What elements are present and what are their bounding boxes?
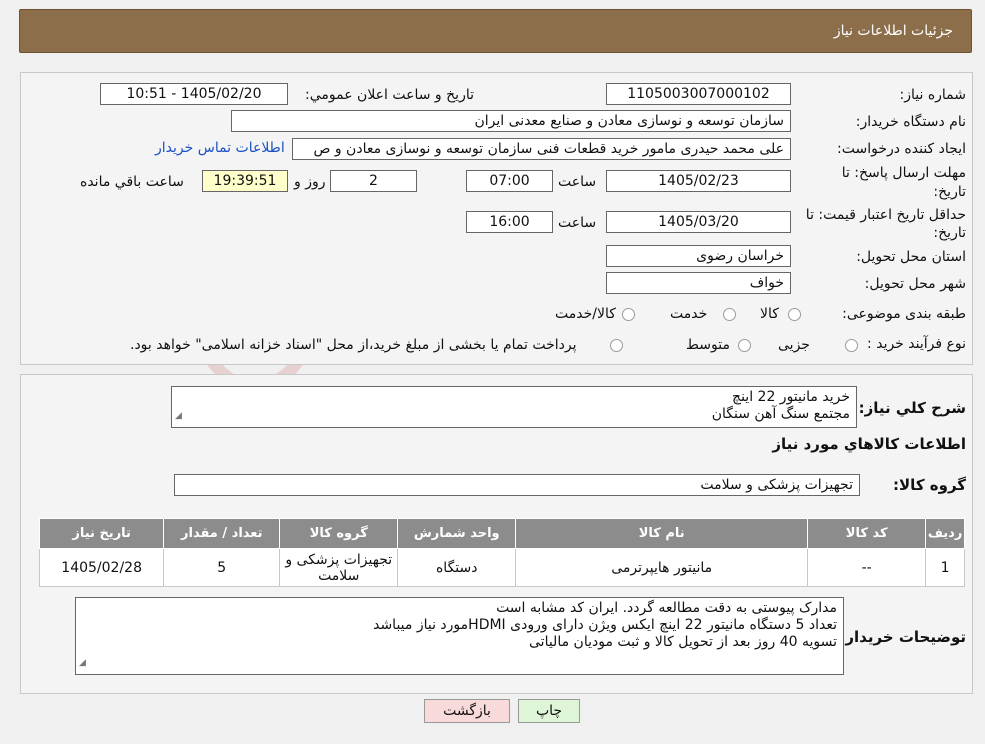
table-header-row: رديف کد کالا نام کالا واحد شمارش گروه کا…: [38, 518, 965, 549]
notes-line-3: تسویه 40 روز بعد از تحویل کالا و ثبت مود…: [529, 634, 837, 650]
cell-goods-name: مانیتور هایپرترمی: [515, 548, 809, 587]
page-title: جزئیات اطلاعات نیاز: [833, 23, 953, 39]
remaining-time-field: 19:39:51: [202, 170, 288, 192]
cell-need-date: 1405/02/28: [38, 548, 165, 587]
back-button[interactable]: بازگشت: [424, 699, 510, 723]
summary-label: شرح کلي نياز:: [858, 399, 966, 417]
resize-grip-icon[interactable]: ◢: [79, 655, 86, 672]
validity-time-label: ساعت: [558, 215, 597, 231]
cell-goods-code: --: [807, 548, 927, 587]
need-number-label: شماره نیاز:: [899, 87, 967, 103]
need-number-field: 1105003007000102: [606, 83, 791, 105]
buyer-org-field: سازمان توسعه و نوسازی معادن و صنایع معدن…: [231, 110, 791, 132]
remaining-time-label: ساعت باقي مانده: [80, 174, 184, 190]
announce-datetime-field: 1405/02/20 - 10:51: [100, 83, 288, 105]
col-goods-group: گروه کالا: [279, 518, 399, 549]
creator-label: ایجاد کننده درخواست:: [837, 141, 966, 157]
treasury-checkbox[interactable]: [610, 339, 623, 352]
summary-line-1: خرید مانیتور 22 اینچ: [732, 389, 850, 405]
cell-goods-group: تجهیزات پزشکی و سلامت: [279, 548, 399, 587]
announce-datetime-label: تاريخ و ساعت اعلان عمومي:: [305, 87, 474, 103]
deadline-label: مهلت ارسال پاسخ: تا: [841, 165, 966, 181]
category-goods-service-radio[interactable]: [622, 308, 635, 321]
col-goods-name: نام کالا: [515, 518, 809, 549]
city-label: شهر محل تحویل:: [864, 276, 966, 292]
page-header: جزئیات اطلاعات نیاز: [19, 9, 972, 53]
deadline-label-2: تاریخ:: [933, 184, 966, 200]
days-remaining-field: 2: [330, 170, 417, 192]
buyer-org-label: نام دستگاه خریدار:: [855, 114, 966, 130]
category-service-radio[interactable]: [723, 308, 736, 321]
province-field: خراسان رضوی: [606, 245, 791, 267]
category-goods-radio[interactable]: [788, 308, 801, 321]
goods-section-title: اطلاعات کالاهاي مورد نياز: [772, 435, 966, 453]
validity-time-field: 16:00: [466, 211, 553, 233]
validity-label: حداقل تاریخ اعتبار قیمت: تا: [805, 207, 966, 223]
process-medium-label: متوسط: [686, 337, 730, 353]
process-note: پرداخت تمام یا بخشی از مبلغ خرید،از محل …: [130, 337, 577, 353]
goods-group-field: تجهیزات پزشکی و سلامت: [174, 474, 860, 496]
buyer-contact-link[interactable]: اطلاعات تماس خریدار: [155, 140, 285, 156]
creator-field: علی محمد حیدری مامور خرید قطعات فنی سازم…: [292, 138, 791, 160]
deadline-date-field: 1405/02/23: [606, 170, 791, 192]
process-minor-radio[interactable]: [845, 339, 858, 352]
col-unit: واحد شمارش: [397, 518, 517, 549]
table-row: 1 -- مانیتور هایپرترمی دستگاه تجهیزات پز…: [38, 548, 965, 587]
resize-grip-icon[interactable]: ◢: [175, 408, 182, 425]
category-label: طبقه بندی موضوعی:: [842, 306, 966, 322]
col-quantity: تعداد / مقدار: [163, 518, 281, 549]
process-minor-label: جزیی: [778, 337, 810, 353]
deadline-time-field: 07:00: [466, 170, 553, 192]
goods-group-label: گروه کالا:: [893, 476, 966, 494]
buyer-notes-textarea[interactable]: مدارک پیوستی به دقت مطالعه گردد. ایران ک…: [75, 597, 844, 675]
validity-label-2: تاریخ:: [933, 225, 966, 241]
category-service-label: خدمت: [670, 306, 708, 322]
summary-textarea[interactable]: خرید مانیتور 22 اینچ مجتمع سنگ آهن سنگان…: [171, 386, 857, 428]
print-button[interactable]: چاپ: [518, 699, 580, 723]
validity-date-field: 1405/03/20: [606, 211, 791, 233]
goods-table: رديف کد کالا نام کالا واحد شمارش گروه کا…: [38, 518, 965, 587]
summary-line-2: مجتمع سنگ آهن سنگان: [711, 406, 850, 422]
process-medium-radio[interactable]: [738, 339, 751, 352]
city-field: خواف: [606, 272, 791, 294]
cell-quantity: 5: [163, 548, 281, 587]
category-goods-service-label: کالا/خدمت: [555, 306, 616, 322]
col-goods-code: کد کالا: [807, 518, 927, 549]
notes-line-1: مدارک پیوستی به دقت مطالعه گردد. ایران ک…: [496, 600, 837, 616]
days-label: روز و: [294, 174, 326, 190]
notes-line-2: تعداد 5 دستگاه مانیتور 22 اینچ ایکس ویژن…: [373, 617, 837, 633]
deadline-time-label: ساعت: [558, 174, 597, 190]
province-label: استان محل تحویل:: [856, 249, 966, 265]
col-row-number: رديف: [925, 518, 965, 549]
col-need-date: تاريخ نياز: [38, 518, 165, 549]
cell-unit: دستگاه: [397, 548, 517, 587]
buyer-notes-label: توضیحات خریدار:: [839, 628, 966, 646]
category-goods-label: کالا: [760, 306, 779, 322]
cell-row-number: 1: [925, 548, 965, 587]
process-label: نوع فرآیند خرید :: [867, 336, 966, 352]
